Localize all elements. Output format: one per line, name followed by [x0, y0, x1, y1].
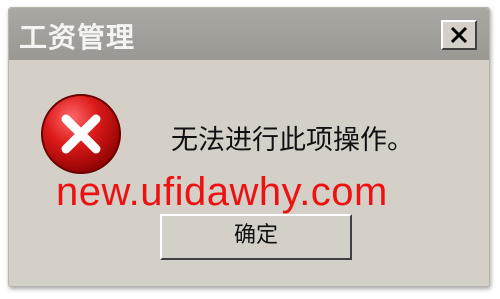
ok-button[interactable]: 确定 [160, 214, 352, 260]
error-dialog: 工资管理 无法进行此项操作。 确定 [8, 7, 490, 287]
watermark-text: new.ufidawhy.com [56, 170, 388, 214]
error-icon [41, 94, 121, 174]
window-title: 工资管理 [19, 21, 136, 54]
close-button[interactable] [441, 20, 477, 50]
error-message: 无法进行此项操作。 [171, 125, 414, 156]
close-icon [450, 27, 468, 43]
page: 工资管理 无法进行此项操作。 确定 new.ufidawhy.com [0, 0, 500, 299]
title-bar[interactable]: 工资管理 [9, 8, 489, 60]
